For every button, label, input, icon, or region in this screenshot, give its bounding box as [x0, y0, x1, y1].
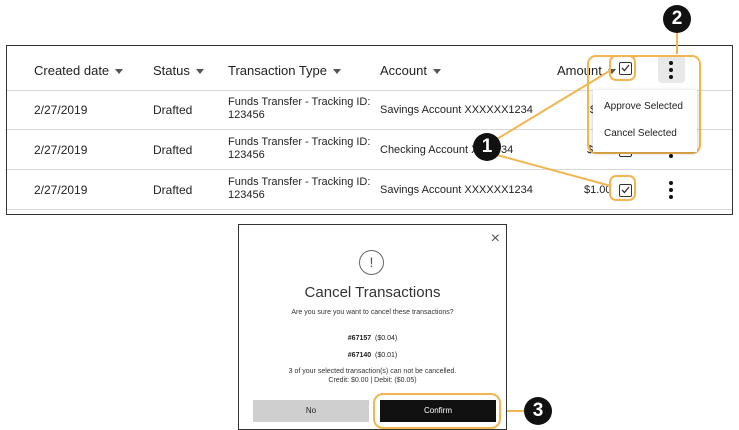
alert-icon: ! — [359, 250, 384, 275]
callout-badge-1: 1 — [473, 133, 501, 161]
modal-totals: Credit: $0.00 | Debit: ($0.05) — [328, 377, 417, 384]
close-icon[interactable]: × — [491, 231, 500, 247]
modal-title: Cancel Transactions — [304, 284, 441, 301]
highlight-confirm — [373, 393, 501, 429]
transaction-line: #67157 ($0.04) — [347, 335, 398, 342]
callout-badge-3: 3 — [524, 397, 552, 425]
modal-note: 3 of your selected transaction(s) can no… — [288, 368, 457, 375]
no-button[interactable]: No — [253, 400, 369, 422]
transaction-line: #67140 ($0.01) — [347, 352, 398, 359]
callout-badge-2: 2 — [663, 5, 691, 33]
modal-question: Are you sure you want to cancel these tr… — [291, 309, 454, 316]
